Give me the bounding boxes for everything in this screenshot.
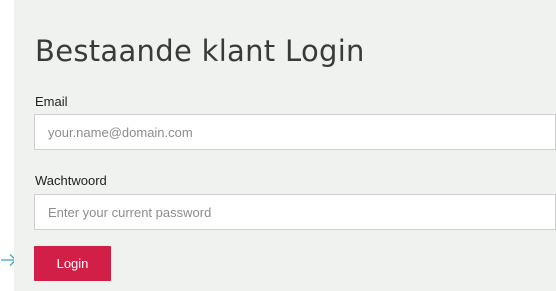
email-label: Email (35, 94, 68, 109)
email-field[interactable] (34, 114, 556, 150)
password-label: Wachtwoord (35, 173, 107, 188)
password-field[interactable] (34, 194, 556, 230)
login-panel: Bestaande klant Login Email Wachtwoord L… (14, 0, 556, 291)
login-button[interactable]: Login (34, 246, 111, 281)
page-title: Bestaande klant Login (35, 34, 365, 68)
